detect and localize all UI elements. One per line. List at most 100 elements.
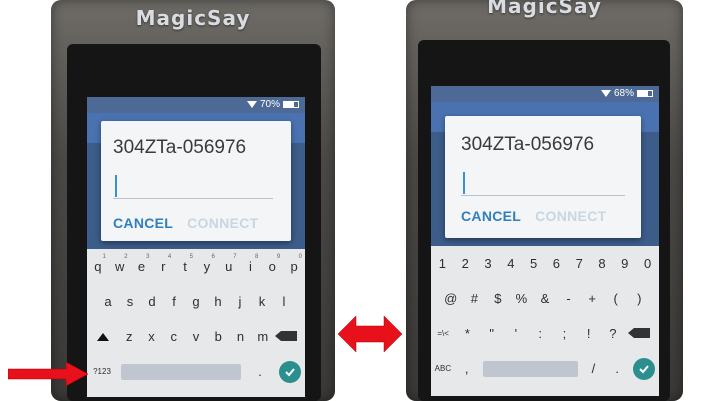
key-percent[interactable]: % [510,291,534,306]
key-0[interactable]: 0 [636,256,659,271]
key-v[interactable]: v [185,329,207,344]
wifi-password-dialog: 304ZTa-056976 CANCEL CONNECT [101,121,291,241]
key-hash[interactable]: # [463,291,487,306]
left-device-photo: MagicSay 70% 304ZTa-056976 CANCEL CONNEC… [51,0,335,401]
key-double-quote[interactable]: " [480,326,504,341]
key-l[interactable]: l [273,294,295,309]
space-key[interactable] [121,363,241,380]
key-question[interactable]: ? [601,326,625,341]
keyboard-row-1: 1 2 3 4 5 6 7 8 9 0 [431,246,659,281]
key-k[interactable]: k [251,294,273,309]
enter-key[interactable] [633,357,655,380]
key-open-paren[interactable]: ( [604,291,628,306]
key-a[interactable]: a [97,294,119,309]
key-n[interactable]: n [229,329,251,344]
keyboard-row-2: @ # $ % & - + ( ) [431,281,659,316]
key-y[interactable]: 6y [196,254,218,274]
key-plus[interactable]: + [580,291,604,306]
key-p[interactable]: 0p [283,254,305,274]
key-b[interactable]: b [207,329,229,344]
checkmark-icon [285,367,295,376]
shift-key[interactable] [87,329,118,344]
key-dollar[interactable]: $ [486,291,510,306]
key-asterisk[interactable]: * [455,326,479,341]
backspace-icon [627,328,650,338]
key-minus[interactable]: - [557,291,581,306]
space-key[interactable] [482,360,578,377]
wifi-password-dialog: 304ZTa-056976 CANCEL CONNECT [445,116,641,238]
key-w[interactable]: 2w [109,254,131,274]
key-i[interactable]: 8i [240,254,262,274]
key-7[interactable]: 7 [568,256,591,271]
key-period[interactable]: . [245,364,275,379]
key-semicolon[interactable]: ; [552,326,576,341]
text-caret [115,175,117,197]
keyboard-row-1: 1q 2w 3e 4r 5t 6y 7u 8i 9o 0p [87,249,305,284]
network-name: 304ZTa-056976 [461,134,595,155]
key-x[interactable]: x [140,329,162,344]
key-close-paren[interactable]: ) [627,291,651,306]
key-u[interactable]: 7u [218,254,240,274]
key-at[interactable]: @ [439,291,463,306]
key-colon[interactable]: : [528,326,552,341]
key-3[interactable]: 3 [477,256,500,271]
keyboard-row-3: z x c v b n m [87,319,305,354]
keyboard-row-2: a s d f g h j k l [87,284,305,319]
key-r[interactable]: 4r [152,254,174,274]
key-q[interactable]: 1q [87,254,109,274]
key-j[interactable]: j [229,294,251,309]
key-4[interactable]: 4 [499,256,522,271]
key-1[interactable]: 1 [431,256,454,271]
key-period[interactable]: . [605,361,629,376]
connect-button[interactable]: CONNECT [535,208,606,224]
connect-button[interactable]: CONNECT [187,215,258,231]
wifi-icon [246,101,257,108]
key-single-quote[interactable]: ' [504,326,528,341]
key-6[interactable]: 6 [545,256,568,271]
battery-percent: 68% [613,88,634,99]
key-o[interactable]: 9o [261,254,283,274]
backspace-key[interactable] [625,326,659,341]
backspace-key[interactable] [274,329,305,344]
comparison-figure: MagicSay 70% 304ZTa-056976 CANCEL CONNEC… [0,0,703,401]
battery-icon [637,90,653,97]
key-g[interactable]: g [185,294,207,309]
wifi-icon [600,90,611,97]
battery-percent: 70% [259,99,280,110]
key-s[interactable]: s [119,294,141,309]
key-2[interactable]: 2 [454,256,477,271]
symbols-mode-key[interactable]: ?123 [87,367,117,376]
enter-key[interactable] [279,360,301,383]
key-5[interactable]: 5 [522,256,545,271]
keyboard-row-3: =\< * " ' : ; ! ? [431,316,659,351]
cancel-button[interactable]: CANCEL [461,208,521,224]
key-m[interactable]: m [252,329,274,344]
alpha-mode-key[interactable]: ABC [431,364,455,373]
password-input[interactable] [461,172,625,196]
status-bar: 70% [87,97,305,113]
key-c[interactable]: c [163,329,185,344]
key-8[interactable]: 8 [591,256,614,271]
more-symbols-key[interactable]: =\< [431,329,455,338]
cancel-button[interactable]: CANCEL [113,215,173,231]
password-input[interactable] [113,175,273,199]
backspace-icon [275,331,298,341]
shift-icon [96,333,109,341]
keyboard-row-4: ?123 . [87,354,305,389]
right-device-photo: MagicSay 68% 304ZTa-056976 CANCEL CONNEC… [406,0,683,401]
key-slash[interactable]: / [582,361,606,376]
symbol-keyboard: 1 2 3 4 5 6 7 8 9 0 @ # $ % & - + () =\… [431,246,659,396]
key-t[interactable]: 5t [174,254,196,274]
key-h[interactable]: h [207,294,229,309]
key-e[interactable]: 3e [131,254,153,274]
device-screen: 68% 304ZTa-056976 CANCEL CONNECT 1 2 3 4… [431,86,659,396]
key-9[interactable]: 9 [613,256,636,271]
key-comma[interactable]: , [455,361,479,376]
key-z[interactable]: z [118,329,140,344]
key-f[interactable]: f [163,294,185,309]
key-ampersand[interactable]: & [533,291,557,306]
checkmark-icon [639,364,649,373]
key-d[interactable]: d [141,294,163,309]
key-exclamation[interactable]: ! [577,326,601,341]
network-name: 304ZTa-056976 [113,137,247,158]
